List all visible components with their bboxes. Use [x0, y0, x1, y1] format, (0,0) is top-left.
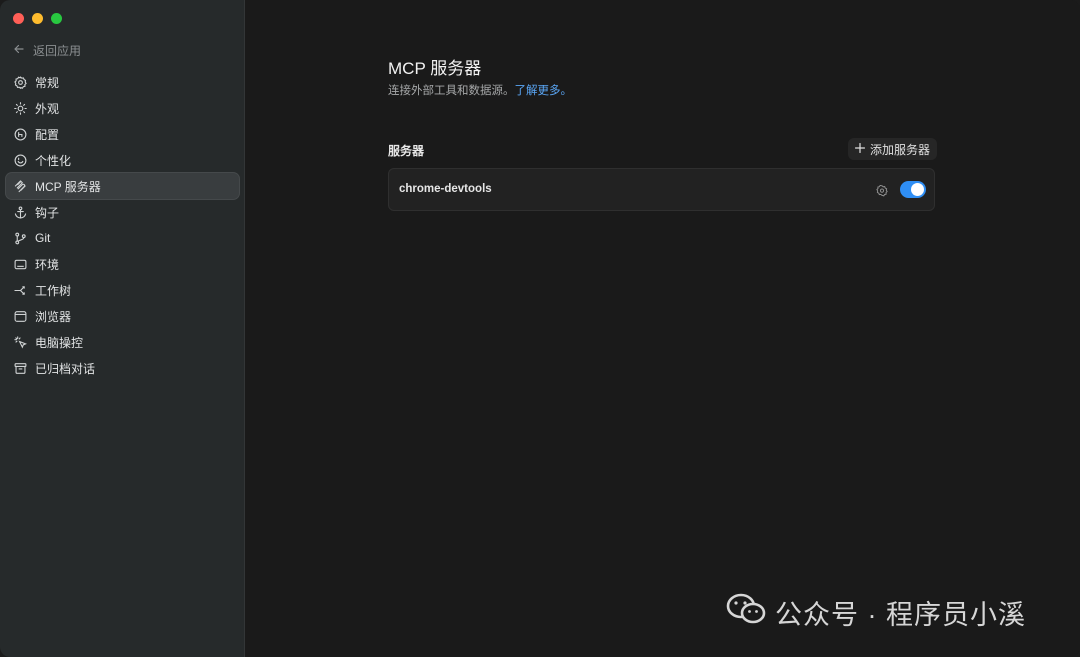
worktree-icon	[14, 284, 27, 297]
sidebar-item-general[interactable]: 常规	[6, 69, 239, 95]
sidebar-item-label: 环境	[35, 257, 60, 272]
sidebar-item-hooks[interactable]: 钩子	[6, 199, 239, 225]
sidebar-item-label: 外观	[35, 101, 60, 116]
sidebar-item-label: 浏览器	[35, 309, 72, 324]
learn-more-link[interactable]: 了解更多。	[515, 85, 573, 97]
server-name: chrome-devtools	[399, 183, 492, 195]
add-server-label: 添加服务器	[870, 142, 931, 157]
sidebar-item-archived-chats[interactable]: 已归档对话	[6, 355, 239, 381]
browser-icon	[14, 310, 27, 323]
sidebar-item-browser[interactable]: 浏览器	[6, 303, 239, 329]
page-subtitle: 连接外部工具和数据源。了解更多。	[388, 82, 572, 98]
plus-icon	[854, 142, 866, 156]
computer-control-icon	[14, 335, 27, 349]
watermark-text: 公众号 · 程序员小溪	[775, 599, 1026, 630]
sidebar-item-label: Git	[35, 231, 51, 245]
traffic-lights	[13, 13, 62, 24]
back-to-app-button[interactable]: 返回应用	[13, 41, 81, 59]
git-branch-icon	[14, 232, 27, 245]
sidebar-item-config[interactable]: 配置	[6, 121, 239, 147]
add-server-button[interactable]: 添加服务器	[848, 138, 938, 160]
close-window-button[interactable]	[13, 13, 24, 24]
archive-icon	[14, 362, 27, 375]
sidebar-item-label: 电脑操控	[35, 335, 84, 350]
sidebar-item-label: 配置	[35, 127, 60, 142]
app-window: 返回应用 常规 外观 配置 个性化 MCP 服务器 钩子 Git 环境 工作树 …	[0, 0, 1080, 657]
servers-section-label: 服务器	[388, 144, 425, 158]
sidebar-item-label: 已归档对话	[35, 361, 96, 376]
gear-icon	[14, 75, 27, 89]
sidebar-item-personalize[interactable]: 个性化	[6, 147, 239, 173]
sidebar-item-mcp-servers[interactable]: MCP 服务器	[6, 173, 239, 199]
sidebar-item-label: 个性化	[35, 153, 72, 168]
subtitle-text: 连接外部工具和数据源。	[388, 85, 515, 97]
watermark: 公众号 · 程序员小溪	[725, 592, 1026, 632]
mcp-icon	[14, 179, 27, 193]
sun-icon	[14, 101, 27, 115]
toggle-knob	[911, 183, 924, 196]
back-label: 返回应用	[33, 43, 82, 58]
sidebar-item-label: 常规	[35, 75, 60, 90]
server-row: chrome-devtools	[388, 168, 935, 211]
settings-nav: 常规 外观 配置 个性化 MCP 服务器 钩子 Git 环境 工作树 浏览器 电…	[6, 69, 239, 381]
personalize-icon	[14, 154, 27, 167]
sidebar-item-label: 工作树	[35, 283, 72, 298]
zoom-window-button[interactable]	[51, 13, 62, 24]
anchor-icon	[14, 205, 27, 219]
server-enabled-toggle[interactable]	[900, 181, 926, 198]
wechat-icon	[725, 592, 767, 633]
settings-main-panel: MCP 服务器 连接外部工具和数据源。了解更多。 服务器 添加服务器 chrom…	[245, 0, 1080, 657]
settings-sidebar: 返回应用 常规 外观 配置 个性化 MCP 服务器 钩子 Git 环境 工作树 …	[0, 0, 245, 657]
config-icon	[14, 128, 27, 141]
page-title: MCP 服务器	[388, 59, 482, 78]
sidebar-item-computer-control[interactable]: 电脑操控	[6, 329, 239, 355]
environment-icon	[14, 258, 27, 271]
sidebar-item-appearance[interactable]: 外观	[6, 95, 239, 121]
sidebar-item-worktree[interactable]: 工作树	[6, 277, 239, 303]
arrow-left-icon	[13, 43, 25, 58]
sidebar-item-git[interactable]: Git	[6, 225, 239, 251]
sidebar-item-environment[interactable]: 环境	[6, 251, 239, 277]
server-settings-gear-icon[interactable]	[876, 184, 888, 197]
sidebar-item-label: 钩子	[35, 205, 60, 220]
sidebar-item-label: MCP 服务器	[35, 179, 101, 194]
minimize-window-button[interactable]	[32, 13, 43, 24]
